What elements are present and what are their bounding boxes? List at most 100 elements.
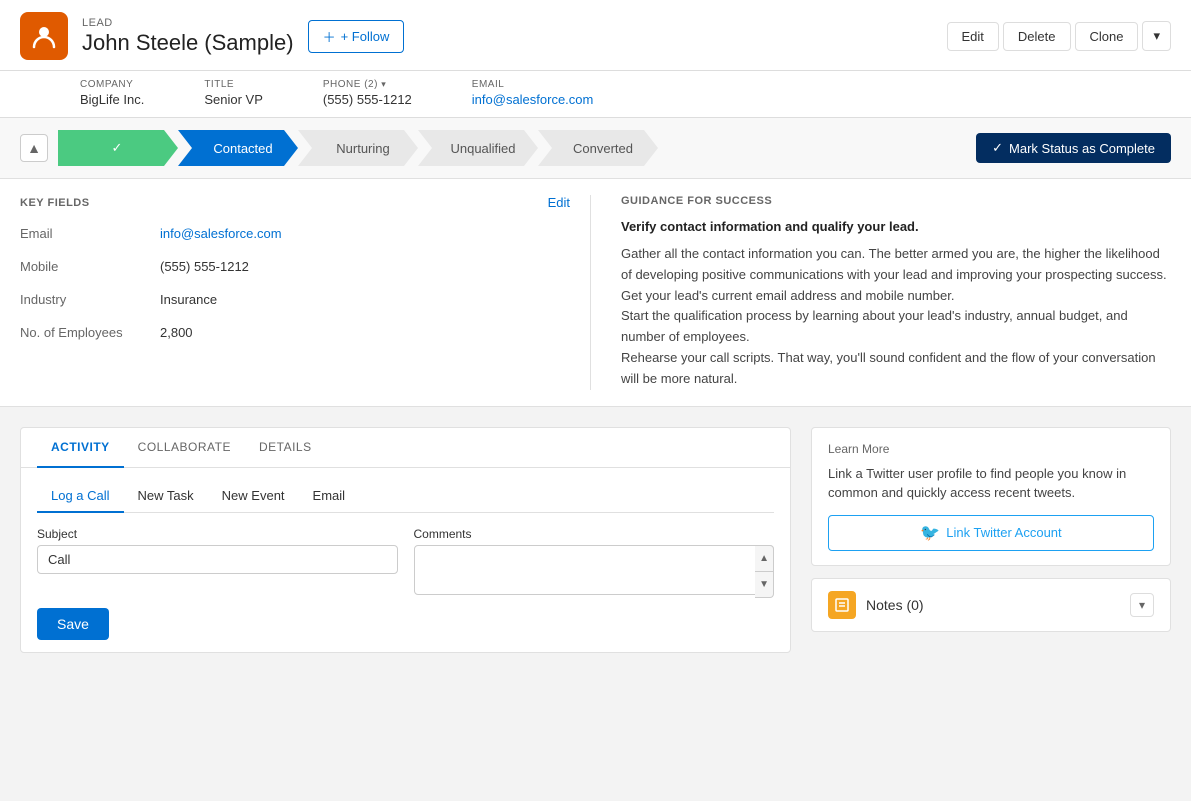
right-panel: Learn More Link a Twitter user profile t… — [811, 427, 1171, 653]
meta-phone: PHONE (2) ▾ (555) 555-1212 — [323, 79, 412, 107]
call-tab-event[interactable]: New Event — [208, 480, 299, 513]
guidance-title: GUIDANCE FOR SUCCESS — [621, 195, 1171, 207]
field-value-industry: Insurance — [160, 292, 217, 307]
call-panel: Log a Call New Task New Event Email Subj… — [21, 468, 790, 652]
lead-label: LEAD — [82, 17, 294, 29]
field-row-industry: Industry Insurance — [20, 292, 570, 307]
chevron-down-icon: ▾ — [1153, 28, 1160, 43]
activity-panel: ACTIVITY COLLABORATE DETAILS Log a Call … — [20, 427, 791, 653]
twitter-card: Learn More Link a Twitter user profile t… — [811, 427, 1171, 566]
textarea-down-arrow[interactable]: ▼ — [755, 572, 773, 597]
email-value[interactable]: info@salesforce.com — [472, 92, 594, 107]
subject-input[interactable] — [37, 545, 398, 574]
phone-label: PHONE (2) ▾ — [323, 79, 412, 90]
title-label: TITLE — [204, 79, 263, 90]
page-header: LEAD John Steele (Sample) ＋ + Follow Edi… — [0, 0, 1191, 71]
twitter-card-text: Link a Twitter user profile to find peop… — [828, 464, 1154, 503]
tab-activity[interactable]: ACTIVITY — [37, 428, 124, 468]
step-nurturing[interactable]: Nurturing — [298, 130, 418, 166]
key-fields-header: KEY FIELDS Edit — [20, 195, 570, 210]
textarea-up-arrow[interactable]: ▲ — [755, 546, 773, 572]
call-tab-log[interactable]: Log a Call — [37, 480, 124, 513]
step-unqualified[interactable]: Unqualified — [418, 130, 538, 166]
textarea-wrap: ▲ ▼ — [414, 545, 775, 598]
header-actions: Edit Delete Clone ▾ — [947, 21, 1171, 51]
header-left: LEAD John Steele (Sample) ＋ + Follow — [20, 12, 404, 60]
notes-left: Notes (0) — [828, 591, 924, 619]
link-twitter-label: Link Twitter Account — [946, 525, 1061, 540]
comments-label: Comments — [414, 527, 775, 541]
company-value: BigLife Inc. — [80, 92, 144, 107]
key-section: KEY FIELDS Edit Email info@salesforce.co… — [0, 179, 1191, 406]
meta-row: COMPANY BigLife Inc. TITLE Senior VP PHO… — [0, 71, 1191, 118]
field-value-employees: 2,800 — [160, 325, 193, 340]
collapse-button[interactable]: ▲ — [20, 134, 48, 162]
field-value-email[interactable]: info@salesforce.com — [160, 226, 282, 241]
guidance-text: Gather all the contact information you c… — [621, 244, 1171, 390]
meta-email: EMAIL info@salesforce.com — [472, 79, 594, 107]
guidance-panel: GUIDANCE FOR SUCCESS Verify contact info… — [611, 195, 1171, 390]
meta-title: TITLE Senior VP — [204, 79, 263, 107]
progress-steps: ✓ Contacted Nurturing Unqualified Conver… — [58, 130, 966, 166]
subject-label: Subject — [37, 527, 398, 541]
email-label: EMAIL — [472, 79, 594, 90]
notes-expand-button[interactable]: ▾ — [1130, 593, 1154, 617]
progress-section: ▲ ✓ Contacted Nurturing Unqualified Conv… — [0, 118, 1191, 179]
notes-icon — [828, 591, 856, 619]
header-title-block: LEAD John Steele (Sample) — [82, 17, 294, 56]
checkmark-icon-btn: ✓ — [992, 140, 1003, 156]
field-label-employees: No. of Employees — [20, 325, 160, 340]
checkmark-icon: ✓ — [112, 140, 123, 156]
chevron-down-icon: ▾ — [1139, 598, 1145, 612]
textarea-arrows: ▲ ▼ — [755, 545, 774, 598]
tab-collaborate[interactable]: COLLABORATE — [124, 428, 245, 468]
company-label: COMPANY — [80, 79, 144, 90]
bottom-section: ACTIVITY COLLABORATE DETAILS Log a Call … — [0, 407, 1191, 673]
twitter-icon: 🐦 — [920, 523, 940, 543]
call-form-row: Subject Comments ▲ ▼ — [37, 527, 774, 598]
chevron-up-icon: ▲ — [27, 140, 41, 156]
call-tabs: Log a Call New Task New Event Email — [37, 480, 774, 513]
field-label-mobile: Mobile — [20, 259, 160, 274]
delete-button[interactable]: Delete — [1003, 22, 1071, 51]
key-fields-title: KEY FIELDS — [20, 197, 90, 209]
comments-group: Comments ▲ ▼ — [414, 527, 775, 598]
call-tab-task[interactable]: New Task — [124, 480, 208, 513]
key-fields-edit-link[interactable]: Edit — [548, 195, 570, 210]
field-label-email: Email — [20, 226, 160, 241]
field-row-mobile: Mobile (555) 555-1212 — [20, 259, 570, 274]
clone-button[interactable]: Clone — [1075, 22, 1139, 51]
tab-details[interactable]: DETAILS — [245, 428, 326, 468]
lead-icon — [20, 12, 68, 60]
main-content: KEY FIELDS Edit Email info@salesforce.co… — [0, 179, 1191, 407]
field-value-mobile: (555) 555-1212 — [160, 259, 249, 274]
key-fields-panel: KEY FIELDS Edit Email info@salesforce.co… — [20, 195, 591, 390]
edit-button[interactable]: Edit — [947, 22, 999, 51]
twitter-card-title: Learn More — [828, 442, 1154, 456]
call-tab-email[interactable]: Email — [299, 480, 360, 513]
guidance-heading: Verify contact information and qualify y… — [621, 219, 1171, 234]
follow-button[interactable]: ＋ + Follow — [308, 20, 405, 53]
field-label-industry: Industry — [20, 292, 160, 307]
link-twitter-button[interactable]: 🐦 Link Twitter Account — [828, 515, 1154, 551]
title-value: Senior VP — [204, 92, 263, 107]
step-complete[interactable]: ✓ — [58, 130, 178, 166]
meta-company: COMPANY BigLife Inc. — [80, 79, 144, 107]
follow-label: + Follow — [341, 29, 390, 44]
mark-complete-button[interactable]: ✓ Mark Status as Complete — [976, 133, 1171, 163]
step-contacted[interactable]: Contacted — [178, 130, 298, 166]
tab-bar: ACTIVITY COLLABORATE DETAILS — [21, 428, 790, 468]
field-row-email: Email info@salesforce.com — [20, 226, 570, 241]
phone-dropdown-icon[interactable]: ▾ — [381, 79, 386, 89]
phone-value: (555) 555-1212 — [323, 92, 412, 107]
step-converted[interactable]: Converted — [538, 130, 658, 166]
subject-group: Subject — [37, 527, 398, 598]
lead-name: John Steele (Sample) — [82, 30, 294, 56]
notes-card: Notes (0) ▾ — [811, 578, 1171, 632]
comments-input[interactable] — [414, 545, 775, 595]
plus-icon: ＋ — [323, 27, 336, 46]
save-button[interactable]: Save — [37, 608, 109, 640]
more-actions-button[interactable]: ▾ — [1142, 21, 1171, 51]
field-row-employees: No. of Employees 2,800 — [20, 325, 570, 340]
notes-title: Notes (0) — [866, 597, 924, 613]
